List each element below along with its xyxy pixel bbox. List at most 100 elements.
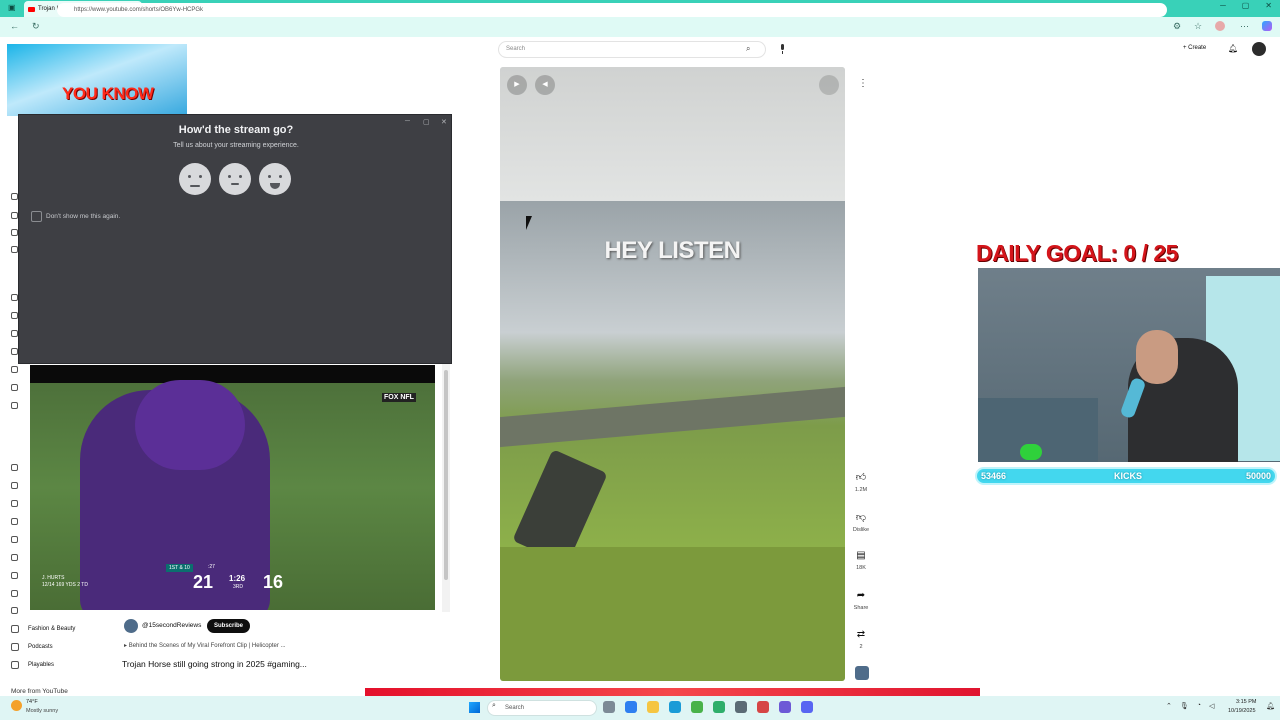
edge-browser-icon[interactable] bbox=[669, 701, 681, 713]
discord-icon[interactable] bbox=[801, 701, 813, 713]
thumbs-up-icon: 👍︎ bbox=[855, 472, 867, 483]
fullscreen-icon[interactable] bbox=[819, 75, 839, 95]
eye bbox=[199, 175, 202, 178]
volume-icon[interactable]: ◀ bbox=[535, 75, 555, 95]
sidebar-subscription-icon[interactable] bbox=[11, 312, 18, 319]
sidebar-explore-icon[interactable] bbox=[11, 536, 18, 543]
sidebar-explore-icon[interactable] bbox=[11, 572, 18, 579]
dislike-button[interactable]: 👎︎ Dislike bbox=[846, 511, 876, 533]
shorts-player[interactable]: HEY LISTEN ▶ ◀ bbox=[500, 67, 845, 681]
happy-face-icon[interactable] bbox=[259, 163, 291, 195]
more-options-icon[interactable]: ⋮ bbox=[858, 78, 868, 89]
workspaces-icon[interactable]: ▣ bbox=[8, 3, 16, 12]
related-video-title: Behind the Scenes of My Viral Forefront … bbox=[128, 643, 286, 649]
search-icon[interactable]: ⌕ bbox=[746, 44, 750, 54]
address-bar-row bbox=[0, 17, 1280, 37]
sidebar-playlists-icon[interactable] bbox=[11, 229, 18, 236]
menu-dots-icon[interactable]: ⋯ bbox=[1240, 21, 1249, 32]
sidebar-explore-icon[interactable] bbox=[11, 518, 18, 525]
app-icon[interactable] bbox=[757, 701, 769, 713]
wifi-icon[interactable]: ◔ bbox=[1197, 702, 1201, 710]
sidebar-explore-icon[interactable] bbox=[11, 590, 18, 597]
sidebar-downloads-icon[interactable] bbox=[11, 246, 18, 253]
windows-start-icon[interactable] bbox=[469, 702, 480, 713]
mouth bbox=[231, 183, 239, 185]
scrollbar-thumb[interactable] bbox=[444, 370, 448, 580]
favorites-icon[interactable]: ☆ bbox=[1194, 21, 1202, 32]
sidebar-explore-icon[interactable] bbox=[11, 554, 18, 561]
copilot-icon[interactable] bbox=[1262, 21, 1272, 31]
like-button[interactable]: 👍︎ 1.2M bbox=[846, 471, 876, 493]
notifications-icon[interactable]: 🔔︎ bbox=[1266, 702, 1275, 710]
neutral-face-icon[interactable] bbox=[219, 163, 251, 195]
volume-tray-icon[interactable]: ◁ bbox=[1209, 702, 1214, 710]
maximize-button[interactable]: ▢ bbox=[1242, 1, 1250, 10]
profile-avatar[interactable] bbox=[1215, 21, 1225, 31]
create-button[interactable]: + Create bbox=[1183, 45, 1206, 51]
sound-avatar[interactable] bbox=[855, 666, 869, 680]
play-icon[interactable]: ▶ bbox=[507, 75, 527, 95]
webcam-feed bbox=[978, 268, 1280, 462]
sidebar-subscription-icon[interactable] bbox=[11, 384, 18, 391]
sidebar-explore-icon[interactable] bbox=[11, 607, 18, 614]
player-stats: 12/14 169 YDS 2 TD bbox=[42, 582, 88, 588]
sidebar-explore-icon[interactable] bbox=[11, 500, 18, 507]
refresh-icon[interactable]: ↻ bbox=[32, 21, 40, 32]
subscribe-button[interactable]: Subscribe bbox=[207, 619, 251, 633]
window-controls: ─ ▢ ✕ bbox=[1220, 1, 1272, 10]
sidebar-item-podcasts[interactable]: Podcasts bbox=[11, 643, 53, 651]
clock-date[interactable]: 10/19/2025 bbox=[1228, 708, 1256, 714]
sidebar-item-fashion[interactable]: Fashion & Beauty bbox=[11, 625, 75, 633]
sidebar-subscription-icon[interactable] bbox=[11, 366, 18, 373]
video-top-bar bbox=[30, 365, 435, 383]
teams-icon[interactable] bbox=[779, 701, 791, 713]
close-window-button[interactable]: ✕ bbox=[1265, 1, 1272, 10]
file-explorer-icon[interactable] bbox=[647, 701, 659, 713]
short-title[interactable]: Trojan Horse still going strong in 2025 … bbox=[122, 659, 307, 669]
sidebar-subscription-icon[interactable] bbox=[11, 294, 18, 301]
extensions-icon[interactable]: ⚙ bbox=[1173, 21, 1181, 32]
sidebar-item-label: Fashion & Beauty bbox=[28, 626, 76, 632]
account-avatar[interactable] bbox=[1252, 42, 1266, 56]
app-icon[interactable] bbox=[713, 701, 725, 713]
store-icon[interactable] bbox=[691, 701, 703, 713]
sidebar-home-icon[interactable] bbox=[11, 193, 18, 200]
remix-button[interactable]: ⇄ 2 bbox=[846, 629, 876, 650]
channel-avatar[interactable] bbox=[124, 619, 138, 633]
url-field[interactable]: https://www.youtube.com/shorts/OB6Yw-HCP… bbox=[57, 3, 1167, 17]
microphone-icon[interactable] bbox=[779, 44, 786, 54]
scorebug: J. HURTS 12/14 169 YDS 2 TD 1ST & 10 :27… bbox=[38, 560, 343, 600]
app-icon[interactable] bbox=[735, 701, 747, 713]
goal-progress-bar: 53466 KICKS 50000 bbox=[975, 467, 1277, 485]
weather-sun-icon[interactable] bbox=[11, 700, 22, 711]
home-score: 16 bbox=[263, 572, 284, 592]
taskbar bbox=[0, 696, 1280, 720]
sad-face-icon[interactable] bbox=[179, 163, 211, 195]
weather-temperature[interactable]: 74°F bbox=[26, 699, 38, 705]
sidebar-explore-icon[interactable] bbox=[11, 482, 18, 489]
comments-button[interactable]: ▤ 18K bbox=[846, 550, 876, 571]
minimize-button[interactable]: ─ bbox=[1220, 1, 1226, 10]
sidebar-subscription-icon[interactable] bbox=[11, 402, 18, 409]
notifications-bell-icon[interactable]: 🔔︎ bbox=[1228, 44, 1238, 53]
sidebar-explore-icon[interactable] bbox=[11, 464, 18, 471]
copilot-taskbar-icon[interactable] bbox=[625, 701, 637, 713]
create-label: Create bbox=[1188, 45, 1207, 51]
like-count: 1.2M bbox=[854, 487, 868, 493]
weather-description[interactable]: Mostly sunny bbox=[26, 708, 58, 714]
related-video-link[interactable]: ▸ Behind the Scenes of My Viral Forefron… bbox=[124, 642, 286, 649]
clock-time[interactable]: 3:15 PM bbox=[1236, 699, 1256, 705]
share-button[interactable]: ➦ Share bbox=[846, 590, 876, 611]
sidebar-subscription-icon[interactable] bbox=[11, 330, 18, 337]
task-view-icon[interactable] bbox=[603, 701, 615, 713]
microphone-tray-icon[interactable]: 🎙︎ bbox=[1180, 702, 1189, 710]
sidebar-item-playables[interactable]: Playables bbox=[11, 661, 54, 669]
sidebar-history-icon[interactable] bbox=[11, 212, 18, 219]
channel-handle[interactable]: @15secondReviews bbox=[142, 622, 201, 629]
taskbar-search-input[interactable]: Search bbox=[487, 700, 597, 716]
dont-show-again-checkbox[interactable] bbox=[31, 211, 42, 222]
search-input[interactable]: Search bbox=[498, 41, 766, 58]
sidebar-subscription-icon[interactable] bbox=[11, 348, 18, 355]
back-arrow-icon[interactable]: ← bbox=[10, 21, 19, 31]
tray-chevron-icon[interactable]: ⌃ bbox=[1166, 702, 1172, 710]
